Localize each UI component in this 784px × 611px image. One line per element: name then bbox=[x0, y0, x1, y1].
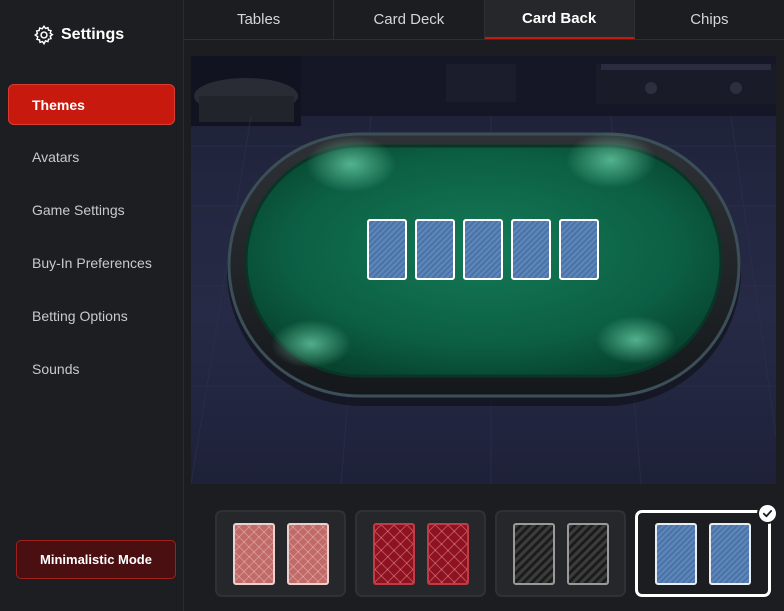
community-card bbox=[511, 219, 551, 280]
settings-title: Settings bbox=[61, 26, 125, 43]
tab-tables[interactable]: Tables bbox=[184, 0, 335, 39]
sidebar-item-label: Themes bbox=[32, 96, 85, 113]
sidebar-item-betting-options[interactable]: Betting Options bbox=[8, 295, 175, 336]
sidebar-item-label: Sounds bbox=[32, 360, 80, 377]
community-card bbox=[415, 219, 455, 280]
card-back-preview bbox=[512, 522, 555, 585]
sidebar-item-buy-in-preferences[interactable]: Buy-In Preferences bbox=[8, 242, 175, 283]
sidebar-item-game-settings[interactable]: Game Settings bbox=[8, 189, 175, 230]
gear-icon bbox=[33, 24, 55, 46]
sidebar-item-label: Betting Options bbox=[32, 307, 128, 324]
minimalistic-mode-button[interactable]: Minimalistic Mode bbox=[16, 540, 176, 579]
community-cards bbox=[367, 219, 599, 280]
card-back-preview bbox=[372, 522, 415, 585]
card-back-preview bbox=[232, 522, 275, 585]
sidebar: Settings Themes Avatars Game Settings Bu… bbox=[0, 0, 184, 611]
card-back-preview bbox=[426, 522, 469, 585]
community-card bbox=[367, 219, 407, 280]
card-back-preview bbox=[286, 522, 329, 585]
sidebar-item-label: Game Settings bbox=[32, 201, 125, 218]
sidebar-item-label: Buy-In Preferences bbox=[32, 254, 152, 271]
theme-tabs: Tables Card Deck Card Back Chips bbox=[184, 0, 784, 40]
community-card bbox=[559, 219, 599, 280]
sidebar-item-avatars[interactable]: Avatars bbox=[8, 136, 175, 177]
sidebar-item-themes[interactable]: Themes bbox=[8, 84, 175, 125]
community-card bbox=[463, 219, 503, 280]
table-preview bbox=[191, 56, 776, 484]
checkmark-icon bbox=[757, 503, 778, 524]
card-back-options bbox=[215, 503, 779, 597]
sidebar-item-sounds[interactable]: Sounds bbox=[8, 348, 175, 389]
card-back-preview bbox=[566, 522, 609, 585]
card-back-option-blue[interactable] bbox=[635, 503, 778, 597]
tab-card-deck[interactable]: Card Deck bbox=[334, 0, 485, 39]
settings-header: Settings bbox=[33, 24, 124, 46]
tab-chips[interactable]: Chips bbox=[635, 0, 784, 39]
tab-card-back[interactable]: Card Back bbox=[484, 0, 635, 39]
card-back-preview bbox=[709, 522, 751, 585]
card-back-option-rose[interactable] bbox=[215, 510, 346, 597]
card-back-option-chevron[interactable] bbox=[495, 510, 626, 597]
card-back-preview bbox=[655, 522, 697, 585]
card-back-option-maroon[interactable] bbox=[355, 510, 486, 597]
sidebar-item-label: Avatars bbox=[32, 148, 80, 165]
